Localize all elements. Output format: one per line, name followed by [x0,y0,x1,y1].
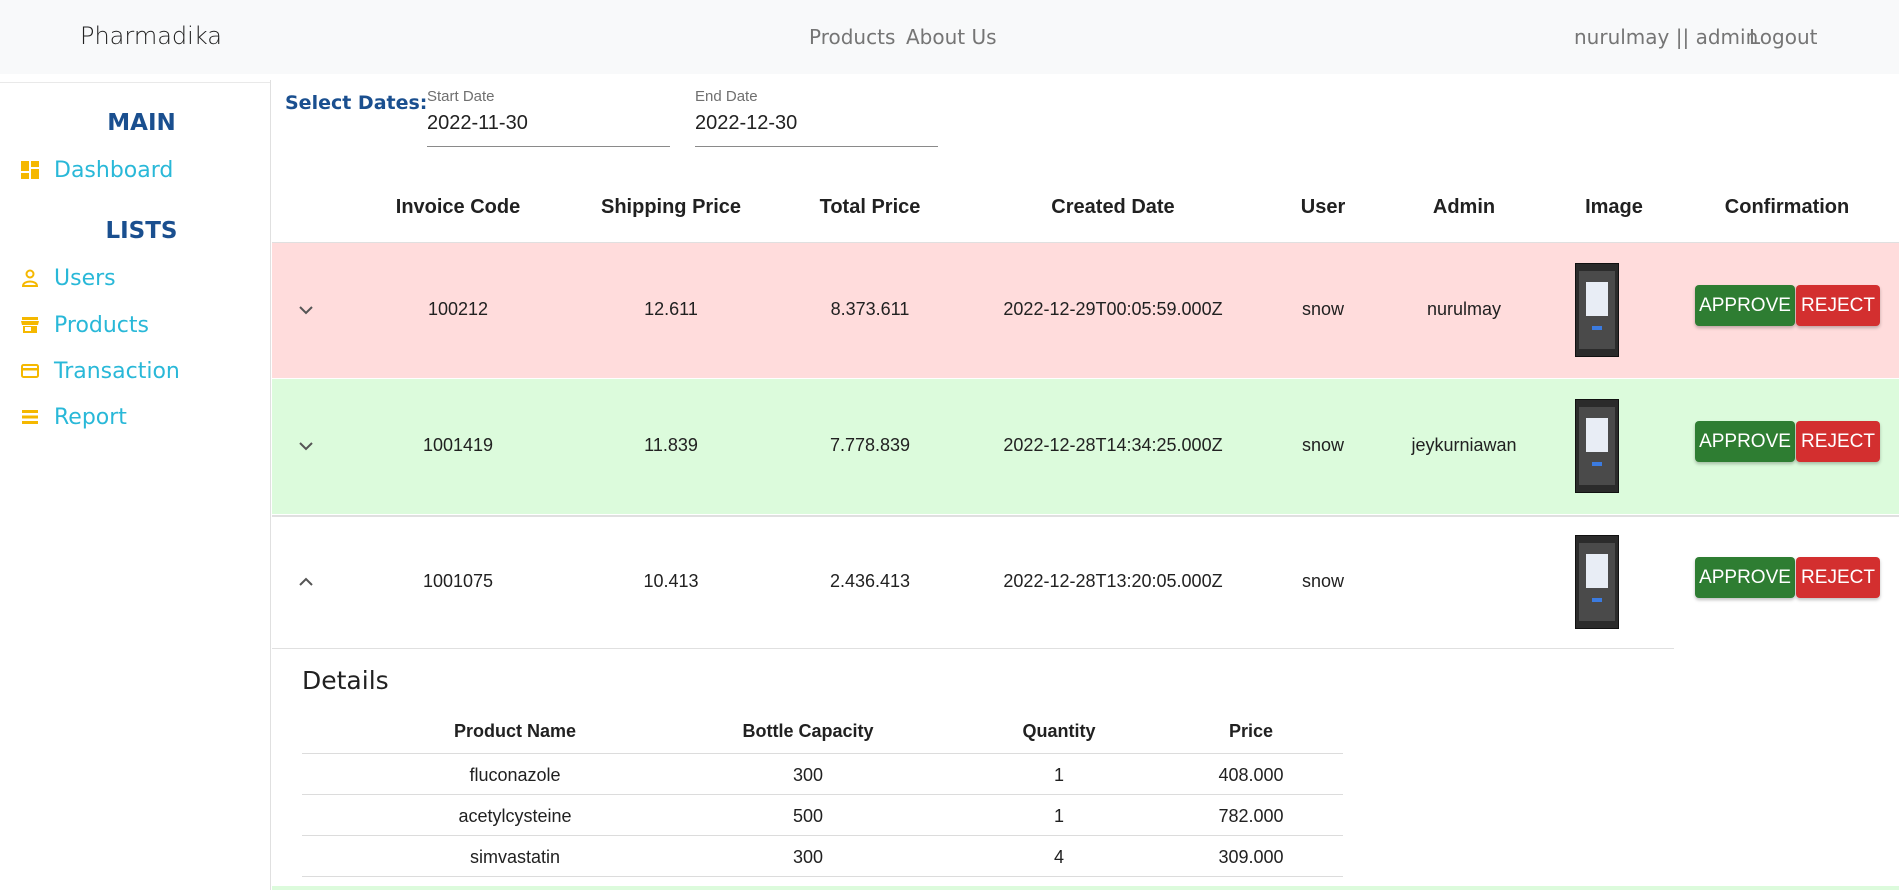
end-date-label: End Date [695,88,758,105]
sidebar-section-lists: LISTS [105,218,178,244]
table-row: 1001075 10.413 2.436.413 2022-12-28T13:2… [272,515,1899,652]
details-title: Details [302,666,389,695]
table-row: 1001419 11.839 7.778.839 2022-12-28T14:3… [272,379,1899,514]
header-user: User [1300,196,1346,218]
shipping-price: 11.839 [644,435,698,455]
user-label: nurulmay || admin [1574,25,1759,49]
price: 309.000 [1218,847,1284,867]
brand-logo[interactable]: Pharmadika [80,22,222,50]
header-image: Image [1585,196,1643,218]
bottle-capacity: 300 [792,847,824,867]
table-row: 100212 12.611 8.373.611 2022-12-29T00:05… [272,243,1899,378]
details-divider [302,876,1343,877]
shipping-price: 12.611 [644,299,698,319]
invoice-code: 100212 [427,299,489,319]
header-total-price: Total Price [819,196,921,218]
chevron-down-icon[interactable] [294,298,318,322]
receipt-image[interactable] [1575,535,1619,629]
sidebar-item-users[interactable]: Users [20,263,116,293]
price: 782.000 [1218,806,1284,826]
reject-button[interactable]: REJECT [1796,421,1880,462]
details-divider [302,753,1343,754]
quantity: 1 [1053,806,1065,826]
start-date-input[interactable] [427,112,667,135]
bottle-capacity: 500 [792,806,824,826]
sidebar [0,80,271,890]
sidebar-item-dashboard[interactable]: Dashboard [20,155,173,185]
approve-button[interactable]: APPROVE [1695,557,1795,598]
quantity: 1 [1053,765,1065,785]
approve-button[interactable]: APPROVE [1695,421,1795,462]
chevron-down-icon[interactable] [294,434,318,458]
header-admin: Admin [1432,196,1496,218]
receipt-image[interactable] [1575,399,1619,493]
details-header-price: Price [1228,721,1274,741]
credit-card-icon [20,361,40,381]
next-row-edge [272,886,1899,890]
sidebar-item-label: Dashboard [54,157,174,183]
total-price: 8.373.611 [830,299,910,319]
navbar: Pharmadika Products About Us nurulmay ||… [0,0,1899,74]
dashboard-icon [20,160,40,180]
price: 408.000 [1218,765,1284,785]
details-divider [302,794,1343,795]
approve-button[interactable]: APPROVE [1695,285,1795,326]
store-icon [20,315,40,335]
table-header: Invoice Code Shipping Price Total Price … [272,172,1899,243]
quantity: 4 [1053,847,1065,867]
end-date-input[interactable] [695,112,935,135]
list-icon [20,407,40,427]
created-date: 2022-12-28T14:34:25.000Z [1003,435,1223,455]
select-dates-label: Select Dates: [285,92,428,114]
created-date: 2022-12-29T00:05:59.000Z [1003,299,1223,319]
sidebar-item-label: Products [54,312,149,338]
sidebar-divider [0,82,270,83]
invoice-code: 1001075 [422,571,494,591]
user-name: snow [1301,299,1345,319]
total-price: 2.436.413 [829,571,911,591]
sidebar-item-report[interactable]: Report [20,402,127,432]
details-header-quantity: Quantity [1022,721,1096,741]
receipt-image[interactable] [1575,263,1619,357]
person-icon [20,268,40,288]
logout-link[interactable]: Logout [1749,25,1817,49]
shipping-price: 10.413 [643,571,699,591]
product-name: acetylcysteine [458,806,572,826]
end-date-field[interactable]: End Date [695,86,938,147]
header-invoice-code: Invoice Code [395,196,521,218]
sidebar-item-label: Report [54,404,127,430]
total-price: 7.778.839 [829,435,911,455]
start-date-field[interactable]: Start Date [427,86,670,147]
admin-name: jeykurniawan [1411,435,1517,455]
nav-link-about[interactable]: About Us [906,25,997,49]
chevron-up-icon[interactable] [294,570,318,594]
header-confirmation: Confirmation [1724,196,1850,218]
details-divider [302,835,1343,836]
user-name: snow [1301,571,1345,591]
product-name: fluconazole [469,765,561,785]
details-header-product: Product Name [453,721,577,741]
sidebar-item-label: Transaction [54,358,180,384]
sidebar-item-label: Users [54,265,116,291]
bottle-capacity: 300 [792,765,824,785]
nav-link-products[interactable]: Products [809,25,895,49]
created-date: 2022-12-28T13:20:05.000Z [1003,571,1223,591]
admin-name: nurulmay [1426,299,1502,319]
invoice-code: 1001419 [422,435,494,455]
start-date-label: Start Date [427,88,495,105]
reject-button[interactable]: REJECT [1796,285,1880,326]
row-divider [272,648,1674,649]
reject-button[interactable]: REJECT [1796,557,1880,598]
header-created-date: Created Date [1051,196,1175,218]
details-header-capacity: Bottle Capacity [742,721,874,741]
sidebar-section-main: MAIN [107,110,176,136]
sidebar-item-products[interactable]: Products [20,310,149,340]
user-name: snow [1301,435,1345,455]
sidebar-item-transaction[interactable]: Transaction [20,356,180,386]
header-shipping-price: Shipping Price [600,196,742,218]
product-name: simvastatin [469,847,561,867]
